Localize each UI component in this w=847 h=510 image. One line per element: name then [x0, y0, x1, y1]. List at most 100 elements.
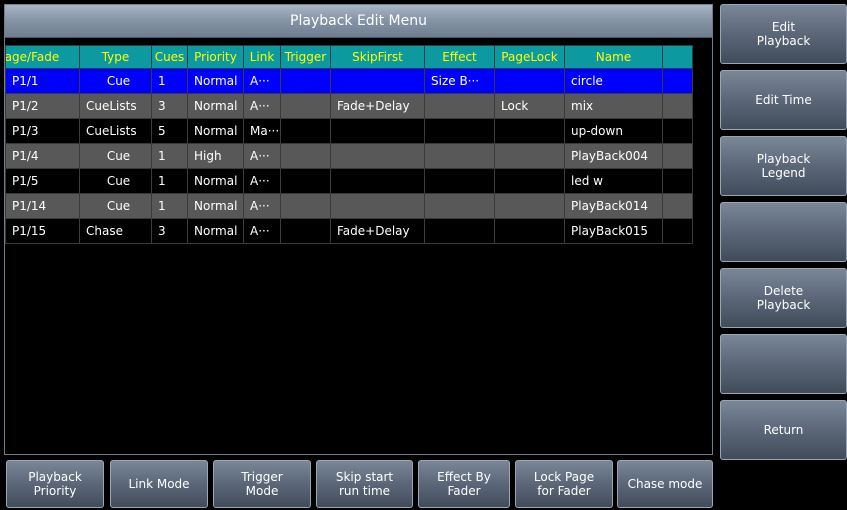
cell-empty	[662, 193, 693, 219]
cell-cues: 1	[151, 68, 188, 94]
cell-skipfirst	[330, 143, 425, 169]
cell-type: Cue	[79, 68, 152, 94]
cell-effect	[424, 193, 495, 219]
edit-time-button[interactable]: Edit Time	[720, 70, 847, 130]
cell-trigger	[280, 218, 331, 244]
column-header-pagelock[interactable]: PageLock	[494, 45, 565, 69]
column-header-empty	[662, 45, 693, 69]
playback-table: Page/Fade Type Cues Priority Link Trigge…	[5, 45, 693, 244]
cell-cues: 1	[151, 193, 188, 219]
column-header-link[interactable]: Link	[243, 45, 281, 69]
lock-page-for-fader-button[interactable]: Lock Page for Fader	[515, 460, 613, 508]
return-button[interactable]: Return	[720, 400, 847, 460]
column-header-cues[interactable]: Cues	[151, 45, 188, 69]
table-row[interactable]: P1/14 Cue 1 Normal A··· PlayBack014	[5, 193, 693, 219]
column-header-priority[interactable]: Priority	[187, 45, 244, 69]
cell-link: A···	[243, 143, 281, 169]
playback-priority-button[interactable]: Playback Priority	[6, 460, 104, 508]
column-header-page[interactable]: Page/Fade	[5, 45, 80, 69]
column-header-effect[interactable]: Effect	[424, 45, 495, 69]
table-row[interactable]: P1/4 Cue 1 High A··· PlayBack004	[5, 143, 693, 169]
cell-pagelock	[494, 143, 565, 169]
cell-empty	[662, 218, 693, 244]
cell-link: A···	[243, 193, 281, 219]
cell-empty	[662, 93, 693, 119]
skip-start-run-time-button[interactable]: Skip start run time	[316, 460, 413, 508]
cell-priority: Normal	[187, 93, 244, 119]
cell-empty	[662, 168, 693, 194]
cell-name: mix	[564, 93, 663, 119]
cell-name: PlayBack014	[564, 193, 663, 219]
cell-effect	[424, 93, 495, 119]
side-blank-button-2[interactable]	[720, 334, 847, 394]
column-header-skipfirst[interactable]: SkipFirst	[330, 45, 425, 69]
cell-pagelock	[494, 168, 565, 194]
cell-name: led w	[564, 168, 663, 194]
cell-page: P1/2	[5, 93, 80, 119]
table-row[interactable]: P1/1 Cue 1 Normal A··· Size B··· circle	[5, 68, 693, 94]
cell-skipfirst	[330, 168, 425, 194]
cell-type: Chase	[79, 218, 152, 244]
column-header-name[interactable]: Name	[564, 45, 663, 69]
cell-name: PlayBack004	[564, 143, 663, 169]
cell-empty	[662, 68, 693, 94]
delete-playback-button[interactable]: Delete Playback	[720, 268, 847, 328]
cell-priority: Normal	[187, 193, 244, 219]
cell-type: Cue	[79, 193, 152, 219]
cell-link: A···	[243, 93, 281, 119]
cell-cues: 1	[151, 168, 188, 194]
effect-by-fader-button[interactable]: Effect By Fader	[418, 460, 510, 508]
cell-page: P1/5	[5, 168, 80, 194]
cell-empty	[662, 118, 693, 144]
cell-trigger	[280, 118, 331, 144]
cell-trigger	[280, 143, 331, 169]
table-row[interactable]: P1/2 CueLists 3 Normal A··· Fade+Delay L…	[5, 93, 693, 119]
cell-trigger	[280, 93, 331, 119]
table-row[interactable]: P1/15 Chase 3 Normal A··· Fade+Delay Pla…	[5, 218, 693, 244]
cell-pagelock	[494, 68, 565, 94]
cell-page: P1/15	[5, 218, 80, 244]
cell-priority: Normal	[187, 118, 244, 144]
playback-edit-panel: Playback Edit Menu Page/Fade Type Cues P…	[4, 4, 713, 455]
cell-cues: 1	[151, 143, 188, 169]
cell-priority: Normal	[187, 168, 244, 194]
cell-effect	[424, 118, 495, 144]
column-header-trigger[interactable]: Trigger	[280, 45, 331, 69]
cell-page: P1/14	[5, 193, 80, 219]
column-header-type[interactable]: Type	[79, 45, 152, 69]
cell-effect	[424, 143, 495, 169]
cell-link: A···	[243, 218, 281, 244]
cell-priority: High	[187, 143, 244, 169]
table-row[interactable]: P1/3 CueLists 5 Normal Ma··· up-down	[5, 118, 693, 144]
cell-type: Cue	[79, 168, 152, 194]
cell-pagelock: Lock	[494, 93, 565, 119]
cell-skipfirst: Fade+Delay	[330, 218, 425, 244]
cell-priority: Normal	[187, 68, 244, 94]
table-header-row: Page/Fade Type Cues Priority Link Trigge…	[5, 45, 693, 69]
cell-type: CueLists	[79, 93, 152, 119]
cell-link: Ma···	[243, 118, 281, 144]
link-mode-button[interactable]: Link Mode	[110, 460, 208, 508]
cell-empty	[662, 143, 693, 169]
cell-name: PlayBack015	[564, 218, 663, 244]
cell-page: P1/4	[5, 143, 80, 169]
cell-priority: Normal	[187, 218, 244, 244]
table-row[interactable]: P1/5 Cue 1 Normal A··· led w	[5, 168, 693, 194]
side-blank-button-1[interactable]	[720, 202, 847, 262]
cell-link: A···	[243, 68, 281, 94]
playback-legend-button[interactable]: Playback Legend	[720, 136, 847, 196]
cell-cues: 3	[151, 218, 188, 244]
edit-playback-button[interactable]: Edit Playback	[720, 4, 847, 64]
cell-effect: Size B···	[424, 68, 495, 94]
cell-skipfirst	[330, 68, 425, 94]
cell-trigger	[280, 168, 331, 194]
cell-skipfirst: Fade+Delay	[330, 93, 425, 119]
cell-type: CueLists	[79, 118, 152, 144]
cell-effect	[424, 218, 495, 244]
cell-page: P1/3	[5, 118, 80, 144]
cell-skipfirst	[330, 118, 425, 144]
cell-link: A···	[243, 168, 281, 194]
trigger-mode-button[interactable]: Trigger Mode	[213, 460, 311, 508]
cell-name: up-down	[564, 118, 663, 144]
chase-mode-button[interactable]: Chase mode	[617, 460, 713, 508]
